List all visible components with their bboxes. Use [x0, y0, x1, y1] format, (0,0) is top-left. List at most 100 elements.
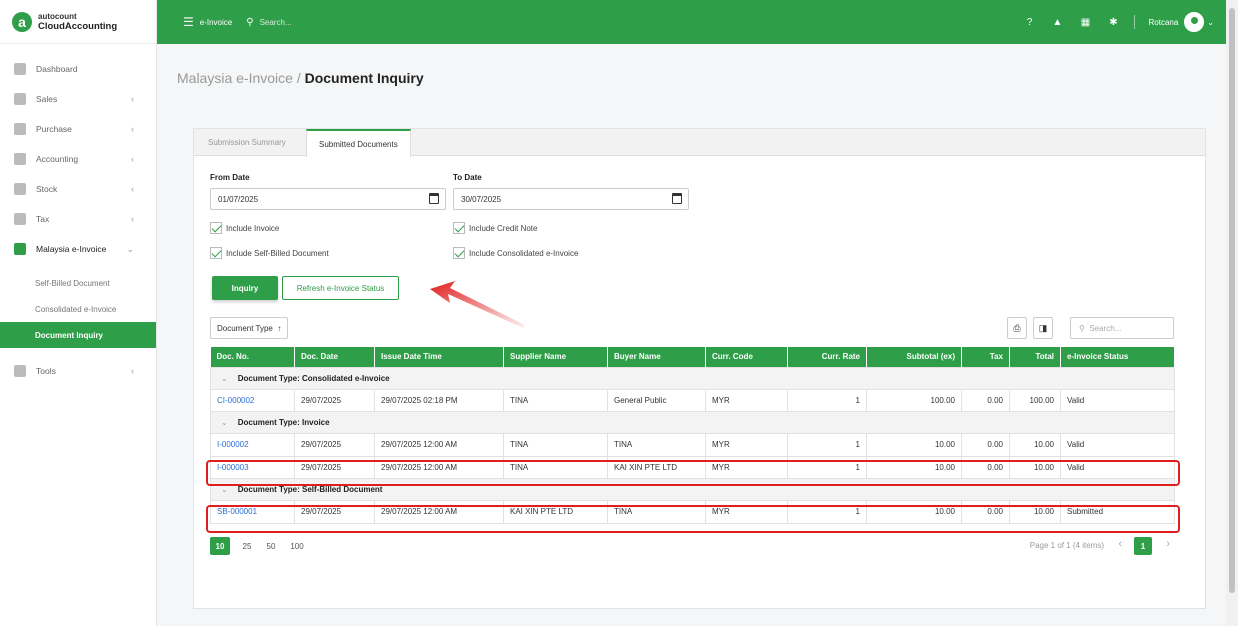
collapse-chevron-icon[interactable]: ⌄ — [221, 418, 228, 427]
sidebar-item-dashboard[interactable]: Dashboard — [0, 54, 156, 84]
hamburger-menu-icon[interactable]: ☰ — [183, 15, 194, 29]
sidebar-item-malaysia-einvoice[interactable]: Malaysia e-Invoice ⌄ — [0, 234, 156, 264]
chevron-down-icon[interactable]: ⌄ — [1207, 18, 1214, 27]
avatar[interactable] — [1184, 12, 1205, 32]
page-info: Page 1 of 1 (4 items) — [1029, 541, 1104, 550]
user-name[interactable]: Rotcana — [1149, 18, 1179, 27]
topbar: ☰ e-Invoice ⚲ Search... ? ▲ ▦ ✱ Rotcana … — [157, 0, 1226, 44]
page-title-text: Document Inquiry — [304, 70, 424, 86]
refresh-einvoice-status-button[interactable]: Refresh e-Invoice Status — [282, 276, 399, 300]
chevron-down-icon: ⌄ — [126, 243, 134, 254]
global-search-input[interactable]: Search... — [260, 18, 292, 27]
sidebar-subitem-self-billed[interactable]: Self-Billed Document — [0, 270, 156, 296]
include-credit-note-checkbox[interactable]: Include Credit Note — [453, 222, 537, 234]
grid-search-input[interactable]: ⚲ Search... — [1070, 317, 1174, 339]
calendar-icon[interactable] — [429, 193, 439, 204]
checkbox-checked-icon — [210, 247, 222, 259]
column-header[interactable]: Buyer Name — [607, 347, 706, 367]
inquiry-button[interactable]: Inquiry — [212, 276, 278, 300]
column-header[interactable]: Total — [1009, 347, 1061, 367]
column-header[interactable]: Subtotal (ex) — [866, 347, 962, 367]
chevron-right-icon[interactable]: › — [1166, 538, 1170, 550]
apps-grid-icon[interactable]: ▦ — [1074, 17, 1098, 28]
from-date-value: 01/07/2025 — [218, 194, 259, 204]
group-by-document-type[interactable]: Document Type ↑ — [210, 317, 289, 339]
pager: 10 25 50 100 Page 1 of 1 (4 items) ‹ 1 › — [210, 537, 1174, 557]
page-size-10[interactable]: 10 — [210, 537, 230, 555]
table-cell: 100.00 — [1009, 388, 1061, 412]
stock-icon — [14, 183, 26, 195]
column-header[interactable]: Doc. No. — [210, 347, 295, 367]
arrow-shape — [430, 281, 525, 328]
checkbox-checked-icon — [453, 247, 465, 259]
help-icon[interactable]: ? — [1018, 17, 1042, 28]
checkbox-label: Include Invoice — [226, 223, 280, 233]
export-icon[interactable]: ⎙ — [1007, 317, 1027, 339]
gear-icon[interactable]: ✱ — [1102, 17, 1126, 28]
logo-name: CloudAccounting — [38, 20, 118, 32]
doc-no-link[interactable]: CI-000002 — [210, 388, 295, 412]
chevron-left-icon: ‹ — [131, 184, 134, 194]
group-cell: ⌄ Document Type: Invoice — [210, 411, 1175, 434]
scrollbar-thumb[interactable] — [1229, 8, 1235, 593]
table-cell: General Public — [607, 388, 706, 412]
collapse-chevron-icon[interactable]: ⌄ — [221, 485, 228, 494]
sidebar-item-purchase[interactable]: Purchase ‹ — [0, 114, 156, 144]
column-header[interactable]: e-Invoice Status — [1060, 347, 1175, 367]
page-size-50[interactable]: 50 — [262, 537, 280, 555]
sidebar-item-sales[interactable]: Sales ‹ — [0, 84, 156, 114]
checkbox-label: Include Self-Billed Document — [226, 248, 329, 258]
column-header[interactable]: Curr. Rate — [787, 347, 867, 367]
sidebar-item-tax[interactable]: Tax ‹ — [0, 204, 156, 234]
checkbox-label: Include Credit Note — [469, 223, 538, 233]
group-row[interactable]: ⌄ Document Type: Consolidated e-Invoice — [210, 366, 1175, 390]
table-cell: 10.00 — [1009, 433, 1061, 457]
sidebar-item-label: Tools — [36, 366, 56, 376]
column-header[interactable]: Curr. Code — [705, 347, 788, 367]
table-cell: TINA — [503, 433, 608, 457]
include-consolidated-checkbox[interactable]: Include Consolidated e-Invoice — [453, 247, 578, 259]
group-row[interactable]: ⌄ Document Type: Invoice — [210, 411, 1175, 434]
column-header[interactable]: Supplier Name — [503, 347, 608, 367]
sidebar-subitem-document-inquiry[interactable]: Document Inquiry — [0, 322, 156, 348]
inquiry-card: Submission Summary Submitted Documents F… — [193, 128, 1206, 609]
scrollbar[interactable] — [1226, 0, 1238, 626]
bell-icon[interactable]: ▲ — [1046, 17, 1070, 28]
sidebar-item-accounting[interactable]: Accounting ‹ — [0, 144, 156, 174]
column-chooser-icon[interactable]: ◨ — [1033, 317, 1053, 339]
divider — [1133, 15, 1135, 29]
chevron-left-icon: ‹ — [131, 124, 134, 134]
doc-no-link[interactable]: I-000002 — [210, 433, 295, 457]
calendar-icon[interactable] — [672, 193, 682, 204]
chevron-left-icon[interactable]: ‹ — [1118, 538, 1122, 550]
table-row[interactable]: CI-000002 29/07/2025 29/07/2025 02:18 PM TI… — [210, 388, 1175, 412]
table-cell: 1 — [787, 433, 867, 457]
include-invoice-checkbox[interactable]: Include Invoice — [210, 222, 279, 234]
sidebar-item-label: Sales — [36, 94, 58, 104]
page-size-100[interactable]: 100 — [288, 537, 306, 555]
tab-submitted-documents[interactable]: Submitted Documents — [306, 129, 411, 157]
sidebar-item-stock[interactable]: Stock ‹ — [0, 174, 156, 204]
search-icon[interactable]: ⚲ — [246, 17, 253, 28]
sidebar-subitem-consolidated[interactable]: Consolidated e-Invoice — [0, 296, 156, 322]
include-self-billed-checkbox[interactable]: Include Self-Billed Document — [210, 247, 329, 259]
red-arrow-annotation — [430, 281, 525, 328]
group-prefix: Document Type: — [237, 418, 303, 427]
tab-submission-summary[interactable]: Submission Summary — [196, 129, 298, 156]
to-date-field[interactable]: 30/07/2025 — [453, 188, 689, 210]
table-cell: 29/07/2025 12:00 AM — [374, 433, 504, 457]
module-name[interactable]: e-Invoice — [200, 18, 232, 27]
page-1-button[interactable]: 1 — [1134, 537, 1152, 555]
column-header[interactable]: Issue Date Time — [374, 347, 504, 367]
column-header[interactable]: Doc. Date — [294, 347, 375, 367]
to-date-label: To Date — [453, 173, 482, 182]
page-size-25[interactable]: 25 — [238, 537, 256, 555]
einvoice-icon — [14, 243, 26, 255]
from-date-field[interactable]: 01/07/2025 — [210, 188, 446, 210]
table-row[interactable]: I-000002 29/07/2025 29/07/2025 12:00 AM TIN… — [210, 433, 1175, 457]
logo[interactable]: a autocount CloudAccounting — [0, 0, 156, 44]
table-cell: 100.00 — [866, 388, 962, 412]
column-header[interactable]: Tax — [961, 347, 1010, 367]
sidebar-item-tools[interactable]: Tools ‹ — [0, 356, 156, 386]
collapse-chevron-icon[interactable]: ⌄ — [221, 374, 228, 383]
